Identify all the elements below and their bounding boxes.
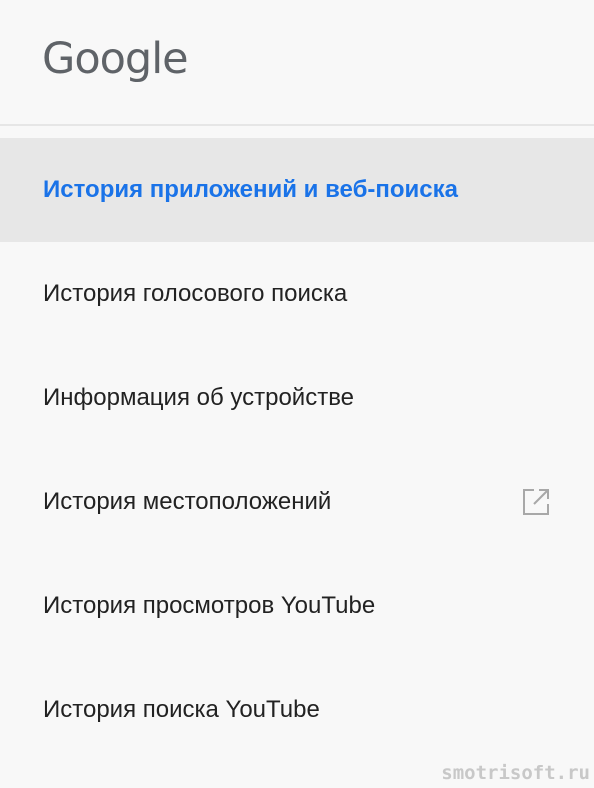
open-in-new-icon[interactable]: [521, 487, 551, 517]
nav-item-label: История приложений и веб-поиска: [43, 176, 459, 203]
nav-item-label: История местоположений: [43, 488, 332, 515]
nav-item-youtube-search-history[interactable]: История поиска YouTube: [0, 658, 594, 762]
header-divider: [0, 124, 594, 126]
nav-item-youtube-watch-history[interactable]: История просмотров YouTube: [0, 554, 594, 658]
nav-item-label: Информация об устройстве: [43, 384, 355, 411]
watermark: smotrisoft.ru: [441, 762, 590, 784]
nav-item-location-history[interactable]: История местоположений: [0, 450, 594, 554]
header: Google: [0, 0, 594, 124]
nav-item-label: История поиска YouTube: [43, 696, 320, 723]
nav-item-label: История просмотров YouTube: [43, 592, 376, 619]
nav-item-device-info[interactable]: Информация об устройстве: [0, 346, 594, 450]
google-logo[interactable]: Google: [42, 38, 189, 81]
nav-item-voice-activity[interactable]: История голосового поиска: [0, 242, 594, 346]
nav-item-web-app-activity[interactable]: История приложений и веб-поиска: [0, 138, 594, 242]
nav-item-label: История голосового поиска: [43, 280, 348, 307]
activity-controls-nav: История приложений и веб-поиска История …: [0, 138, 594, 762]
